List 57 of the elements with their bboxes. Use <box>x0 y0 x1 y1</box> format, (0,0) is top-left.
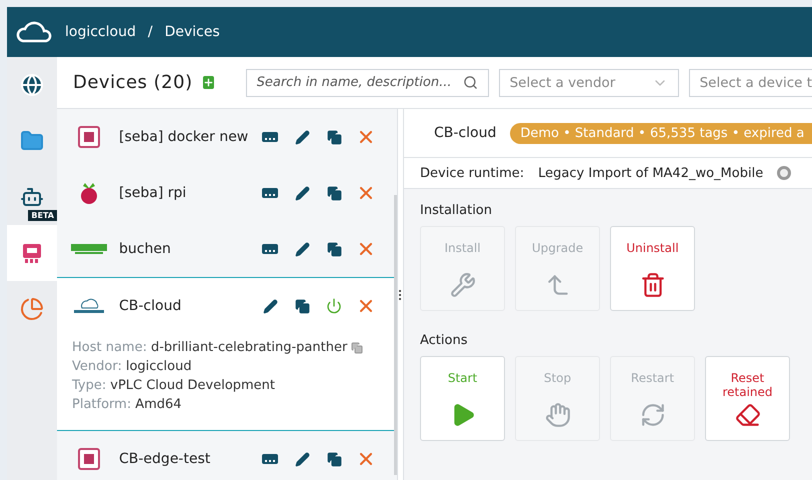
search-icon <box>462 75 478 90</box>
type-select[interactable]: Select a device t <box>688 68 812 96</box>
device-icon <box>20 241 44 265</box>
robot-icon <box>20 185 44 209</box>
action-tile[interactable]: Start <box>420 356 505 441</box>
detail-value: vPLC Cloud Development <box>110 378 276 393</box>
device-row[interactable]: CB-cloud Host name: d-brilliant-celebrating-panther Vendor: logiccloud Type: vPLC Cloud Development Platform: Amd64 <box>57 277 394 431</box>
device-row[interactable]: [seba] rpi <box>57 165 394 221</box>
globe-icon <box>20 73 44 97</box>
device-row[interactable]: [seba] docker new <box>57 109 394 165</box>
section-title: Actions <box>420 333 468 348</box>
nav-item[interactable] <box>7 225 57 281</box>
device-row[interactable]: CB-edge-test <box>57 431 394 480</box>
raspberry-icon <box>79 181 99 205</box>
device-name: [seba] rpi <box>119 185 188 201</box>
device-name: [seba] docker new <box>119 129 248 145</box>
runtime-label: Device runtime: <box>420 166 524 180</box>
breadcrumb-text: Devices <box>164 24 220 40</box>
eraser-icon <box>734 402 760 428</box>
detail-value: Amd64 <box>135 397 182 412</box>
runtime-value: Legacy Import of MA42_wo_Mobile <box>538 166 764 180</box>
refresh-icon <box>640 402 666 428</box>
vendor-logo <box>71 244 107 254</box>
hand-icon <box>544 402 570 428</box>
pie-chart-icon <box>20 297 44 321</box>
trash-icon <box>640 272 666 298</box>
radio-button[interactable] <box>777 166 792 180</box>
device-name: buchen <box>119 241 172 257</box>
device-name: CB-edge-test <box>119 451 212 467</box>
add-button[interactable] <box>202 76 214 89</box>
action-tile[interactable]: Reset retained <box>705 356 790 441</box>
chip-icon <box>78 448 100 470</box>
detail-value: d-brilliant-celebrating-panther <box>150 340 348 355</box>
tools-icon <box>450 272 476 298</box>
copy-icon[interactable] <box>351 342 364 354</box>
device-title: CB-cloud <box>434 125 496 141</box>
chip-icon <box>78 126 100 148</box>
scrollbar-thumb[interactable] <box>394 195 397 475</box>
breadcrumb-text: / <box>148 24 153 40</box>
license-badge: Demo • Standard • 65,535 tags • expired a <box>510 122 812 144</box>
detail-label: Host name: <box>72 340 147 355</box>
detail-label: Type: <box>72 378 106 393</box>
search-field[interactable]: Search in name, description... <box>246 68 489 96</box>
device-name: CB-cloud <box>119 298 182 314</box>
detail-label: Platform: <box>72 397 132 412</box>
nav-item[interactable]: BETA <box>7 169 57 225</box>
page-title: Devices (20) <box>73 72 193 93</box>
device-row[interactable]: buchen <box>57 221 394 277</box>
action-tile[interactable]: Uninstall <box>610 226 695 311</box>
breadcrumb-text[interactable]: logiccloud <box>65 24 136 40</box>
section-title: Installation <box>420 203 494 218</box>
detail-label: Vendor: <box>72 359 122 374</box>
cloud-logo <box>72 296 106 316</box>
vendor-select[interactable]: Select a vendor <box>498 68 679 96</box>
folder-icon <box>20 129 44 153</box>
detail-value: logiccloud <box>126 359 192 374</box>
beta-badge: BETA <box>28 210 57 221</box>
